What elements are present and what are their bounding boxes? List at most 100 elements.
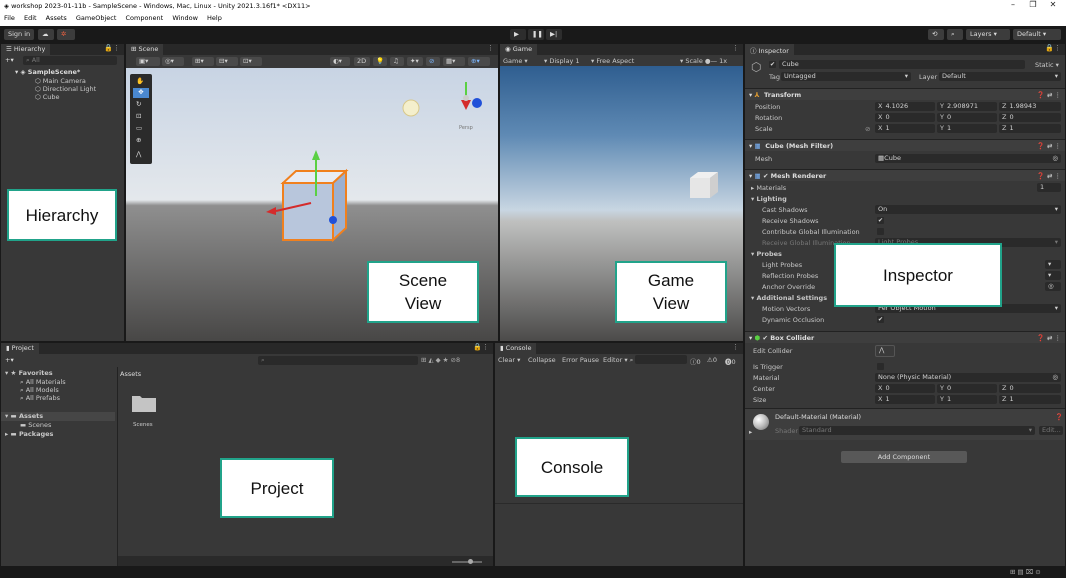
active-checkbox[interactable]: ✔ bbox=[769, 61, 776, 68]
scenes-folder-tile[interactable] bbox=[131, 393, 157, 413]
tag-dropdown[interactable]: Untagged ▾ bbox=[781, 72, 911, 81]
grid-dropdown[interactable]: ⊞▾ bbox=[192, 57, 214, 66]
additional-settings-foldout[interactable]: ▾ Additional Settings bbox=[751, 294, 827, 302]
rotation-y-field[interactable]: Y0 bbox=[937, 113, 997, 122]
hierarchy-item-cube[interactable]: ⬡ Cube bbox=[35, 93, 60, 101]
component-menu-icon[interactable]: ❓ ⇄ ⋮ bbox=[1037, 142, 1061, 150]
mesh-field[interactable]: ▦Cube ◎ bbox=[875, 154, 1061, 163]
position-z-field[interactable]: Z 1.98943 bbox=[999, 102, 1061, 111]
error-count-toggle[interactable]: ⓿0 bbox=[725, 356, 736, 366]
move-tool-icon[interactable]: ✥ bbox=[133, 88, 149, 98]
inspector-lock-icon[interactable]: 🔒⋮ bbox=[1045, 44, 1061, 52]
materials-count-field[interactable]: 1 bbox=[1037, 183, 1061, 192]
lighting-foldout[interactable]: ▾ Lighting bbox=[751, 195, 787, 203]
receive-shadows-checkbox[interactable]: ✔ bbox=[877, 217, 884, 224]
position-x-field[interactable]: X 4.1026 bbox=[875, 102, 935, 111]
hand-tool-icon[interactable]: ✋ bbox=[136, 77, 144, 85]
hierarchy-item-directional-light[interactable]: ⬡ Directional Light bbox=[35, 85, 96, 93]
game-menu-icon[interactable]: ⋮ bbox=[732, 44, 739, 52]
custom-tool-icon[interactable]: ⋀ bbox=[136, 150, 141, 158]
size-x-field[interactable]: X1 bbox=[875, 395, 935, 404]
shader-edit-button[interactable]: Edit... bbox=[1039, 426, 1063, 435]
project-search-input[interactable]: ⌕ bbox=[258, 356, 418, 365]
menu-gameobject[interactable]: GameObject bbox=[76, 14, 117, 22]
rotation-x-field[interactable]: X0 bbox=[875, 113, 935, 122]
favorites-foldout[interactable]: ▾ ★ Favorites bbox=[5, 369, 53, 377]
effects-dropdown[interactable]: ✦▾ bbox=[407, 57, 423, 66]
size-y-field[interactable]: Y1 bbox=[937, 395, 997, 404]
increment-dropdown[interactable]: ⊡▾ bbox=[240, 57, 262, 66]
project-lock-icon[interactable]: 🔒⋮ bbox=[473, 343, 489, 351]
sign-in-button[interactable]: Sign in bbox=[4, 29, 35, 40]
rotation-z-field[interactable]: Z0 bbox=[999, 113, 1061, 122]
materials-foldout[interactable]: ▸ Materials bbox=[751, 184, 786, 192]
probes-foldout[interactable]: ▾ Probes bbox=[751, 250, 782, 258]
box-collider-header[interactable]: ▾ ⬢ ✔ Box Collider ❓ ⇄ ⋮ bbox=[745, 331, 1065, 343]
menu-component[interactable]: Component bbox=[125, 14, 163, 22]
icon-size-slider[interactable] bbox=[452, 561, 482, 563]
hierarchy-search-input[interactable]: ⌕ All bbox=[23, 56, 117, 65]
display-dropdown[interactable]: ▾ Display 1 bbox=[544, 57, 580, 65]
scene-root-item[interactable]: ▾ ◈ SampleScene* bbox=[15, 68, 80, 76]
error-pause-button[interactable]: Error Pause bbox=[562, 356, 599, 364]
lighting-toggle[interactable]: 💡 bbox=[373, 57, 387, 66]
cast-shadows-dropdown[interactable]: On ▾ bbox=[875, 205, 1061, 214]
favorite-all-prefabs[interactable]: ⌕ All Prefabs bbox=[20, 394, 60, 403]
collapse-button[interactable]: Collapse bbox=[528, 356, 556, 364]
menu-help[interactable]: Help bbox=[207, 14, 222, 22]
position-y-field[interactable]: Y 2.908971 bbox=[937, 102, 997, 111]
light-probes-dropdown[interactable]: ▾ bbox=[1045, 260, 1061, 269]
project-create-button[interactable]: +▾ bbox=[5, 356, 14, 364]
aspect-dropdown[interactable]: ▾ Free Aspect bbox=[591, 57, 634, 65]
console-search-input[interactable] bbox=[635, 355, 687, 364]
draw-mode-dropdown[interactable]: ▣▾ bbox=[136, 57, 160, 66]
menu-edit[interactable]: Edit bbox=[24, 14, 37, 22]
editor-dropdown[interactable]: Editor ▾ ⌕ bbox=[603, 356, 633, 365]
close-button[interactable]: ✕ bbox=[1043, 0, 1063, 12]
rotate-tool-icon[interactable]: ↻ bbox=[136, 100, 141, 108]
pivot-dropdown[interactable]: ◎▾ bbox=[162, 57, 184, 66]
hierarchy-item-main-camera[interactable]: ⬡ Main Camera bbox=[35, 77, 86, 85]
audio-toggle[interactable]: ♫ bbox=[390, 57, 404, 66]
menu-window[interactable]: Window bbox=[172, 14, 198, 22]
clear-button[interactable]: Clear ▾ bbox=[498, 356, 520, 364]
menu-file[interactable]: File bbox=[4, 14, 15, 22]
lock-icon[interactable]: 🔒⋮ bbox=[104, 44, 120, 52]
icon-size-slider-handle[interactable] bbox=[468, 559, 473, 564]
component-menu-icon[interactable]: ❓ ⇄ ⋮ bbox=[1037, 334, 1061, 342]
material-menu-icon[interactable]: ❓⋮ bbox=[1055, 413, 1065, 421]
warning-count-toggle[interactable]: ⚠0 bbox=[707, 356, 717, 364]
snap-dropdown[interactable]: ⊟▾ bbox=[216, 57, 238, 66]
scale-tool-icon[interactable]: ⊡ bbox=[136, 112, 141, 120]
gizmos-dropdown[interactable]: ⊕▾ bbox=[468, 57, 490, 66]
pause-button[interactable]: ❚❚ bbox=[528, 29, 544, 40]
dynamic-occlusion-checkbox[interactable]: ✔ bbox=[877, 316, 884, 323]
constrain-scale-icon[interactable]: ⊘ bbox=[865, 125, 870, 133]
maximize-button[interactable]: ❐ bbox=[1023, 0, 1043, 12]
layers-dropdown[interactable]: Layers ▾ bbox=[966, 29, 1010, 40]
console-splitter[interactable] bbox=[495, 503, 743, 504]
assets-folder-item[interactable]: ▾ ▬ Assets bbox=[1, 412, 115, 421]
menu-assets[interactable]: Assets bbox=[46, 14, 67, 22]
material-section[interactable]: Default-Material (Material) ❓⋮ ▸ Shader … bbox=[745, 408, 1065, 440]
tab-inspector[interactable]: ⓘ Inspector bbox=[745, 44, 794, 55]
scale-slider[interactable]: ▾ Scale ●— 1x bbox=[680, 57, 727, 65]
shader-dropdown[interactable]: Standard ▾ bbox=[799, 426, 1035, 435]
tab-game[interactable]: ◉ Game bbox=[500, 44, 538, 55]
search-icon[interactable]: ⌕ bbox=[947, 29, 963, 40]
component-menu-icon[interactable]: ❓ ⇄ ⋮ bbox=[1037, 172, 1061, 180]
transform-tool-icon[interactable]: ⊕ bbox=[136, 136, 141, 144]
mesh-filter-header[interactable]: ▾ ▦ Cube (Mesh Filter) ❓ ⇄ ⋮ bbox=[745, 139, 1065, 151]
center-x-field[interactable]: X0 bbox=[875, 384, 935, 393]
reflection-probes-dropdown[interactable]: ▾ bbox=[1045, 271, 1061, 280]
size-z-field[interactable]: Z1 bbox=[999, 395, 1061, 404]
shading-dropdown[interactable]: ◐▾ bbox=[330, 57, 350, 66]
scale-y-field[interactable]: Y1 bbox=[937, 124, 997, 133]
log-count-toggle[interactable]: ⓘ0 bbox=[690, 356, 701, 366]
project-filter-icons[interactable]: ⊞ ◭ ◆ ★ ⊘8 bbox=[421, 356, 460, 364]
tab-hierarchy[interactable]: ☰ Hierarchy bbox=[1, 44, 51, 55]
contribute-gi-checkbox[interactable] bbox=[877, 228, 884, 235]
console-menu-icon[interactable]: ⋮ bbox=[732, 343, 739, 351]
transform-header[interactable]: ▾ ⅄ Transform ❓ ⇄ ⋮ bbox=[745, 88, 1065, 100]
hidden-objects-toggle[interactable]: ⊘ bbox=[426, 57, 440, 66]
